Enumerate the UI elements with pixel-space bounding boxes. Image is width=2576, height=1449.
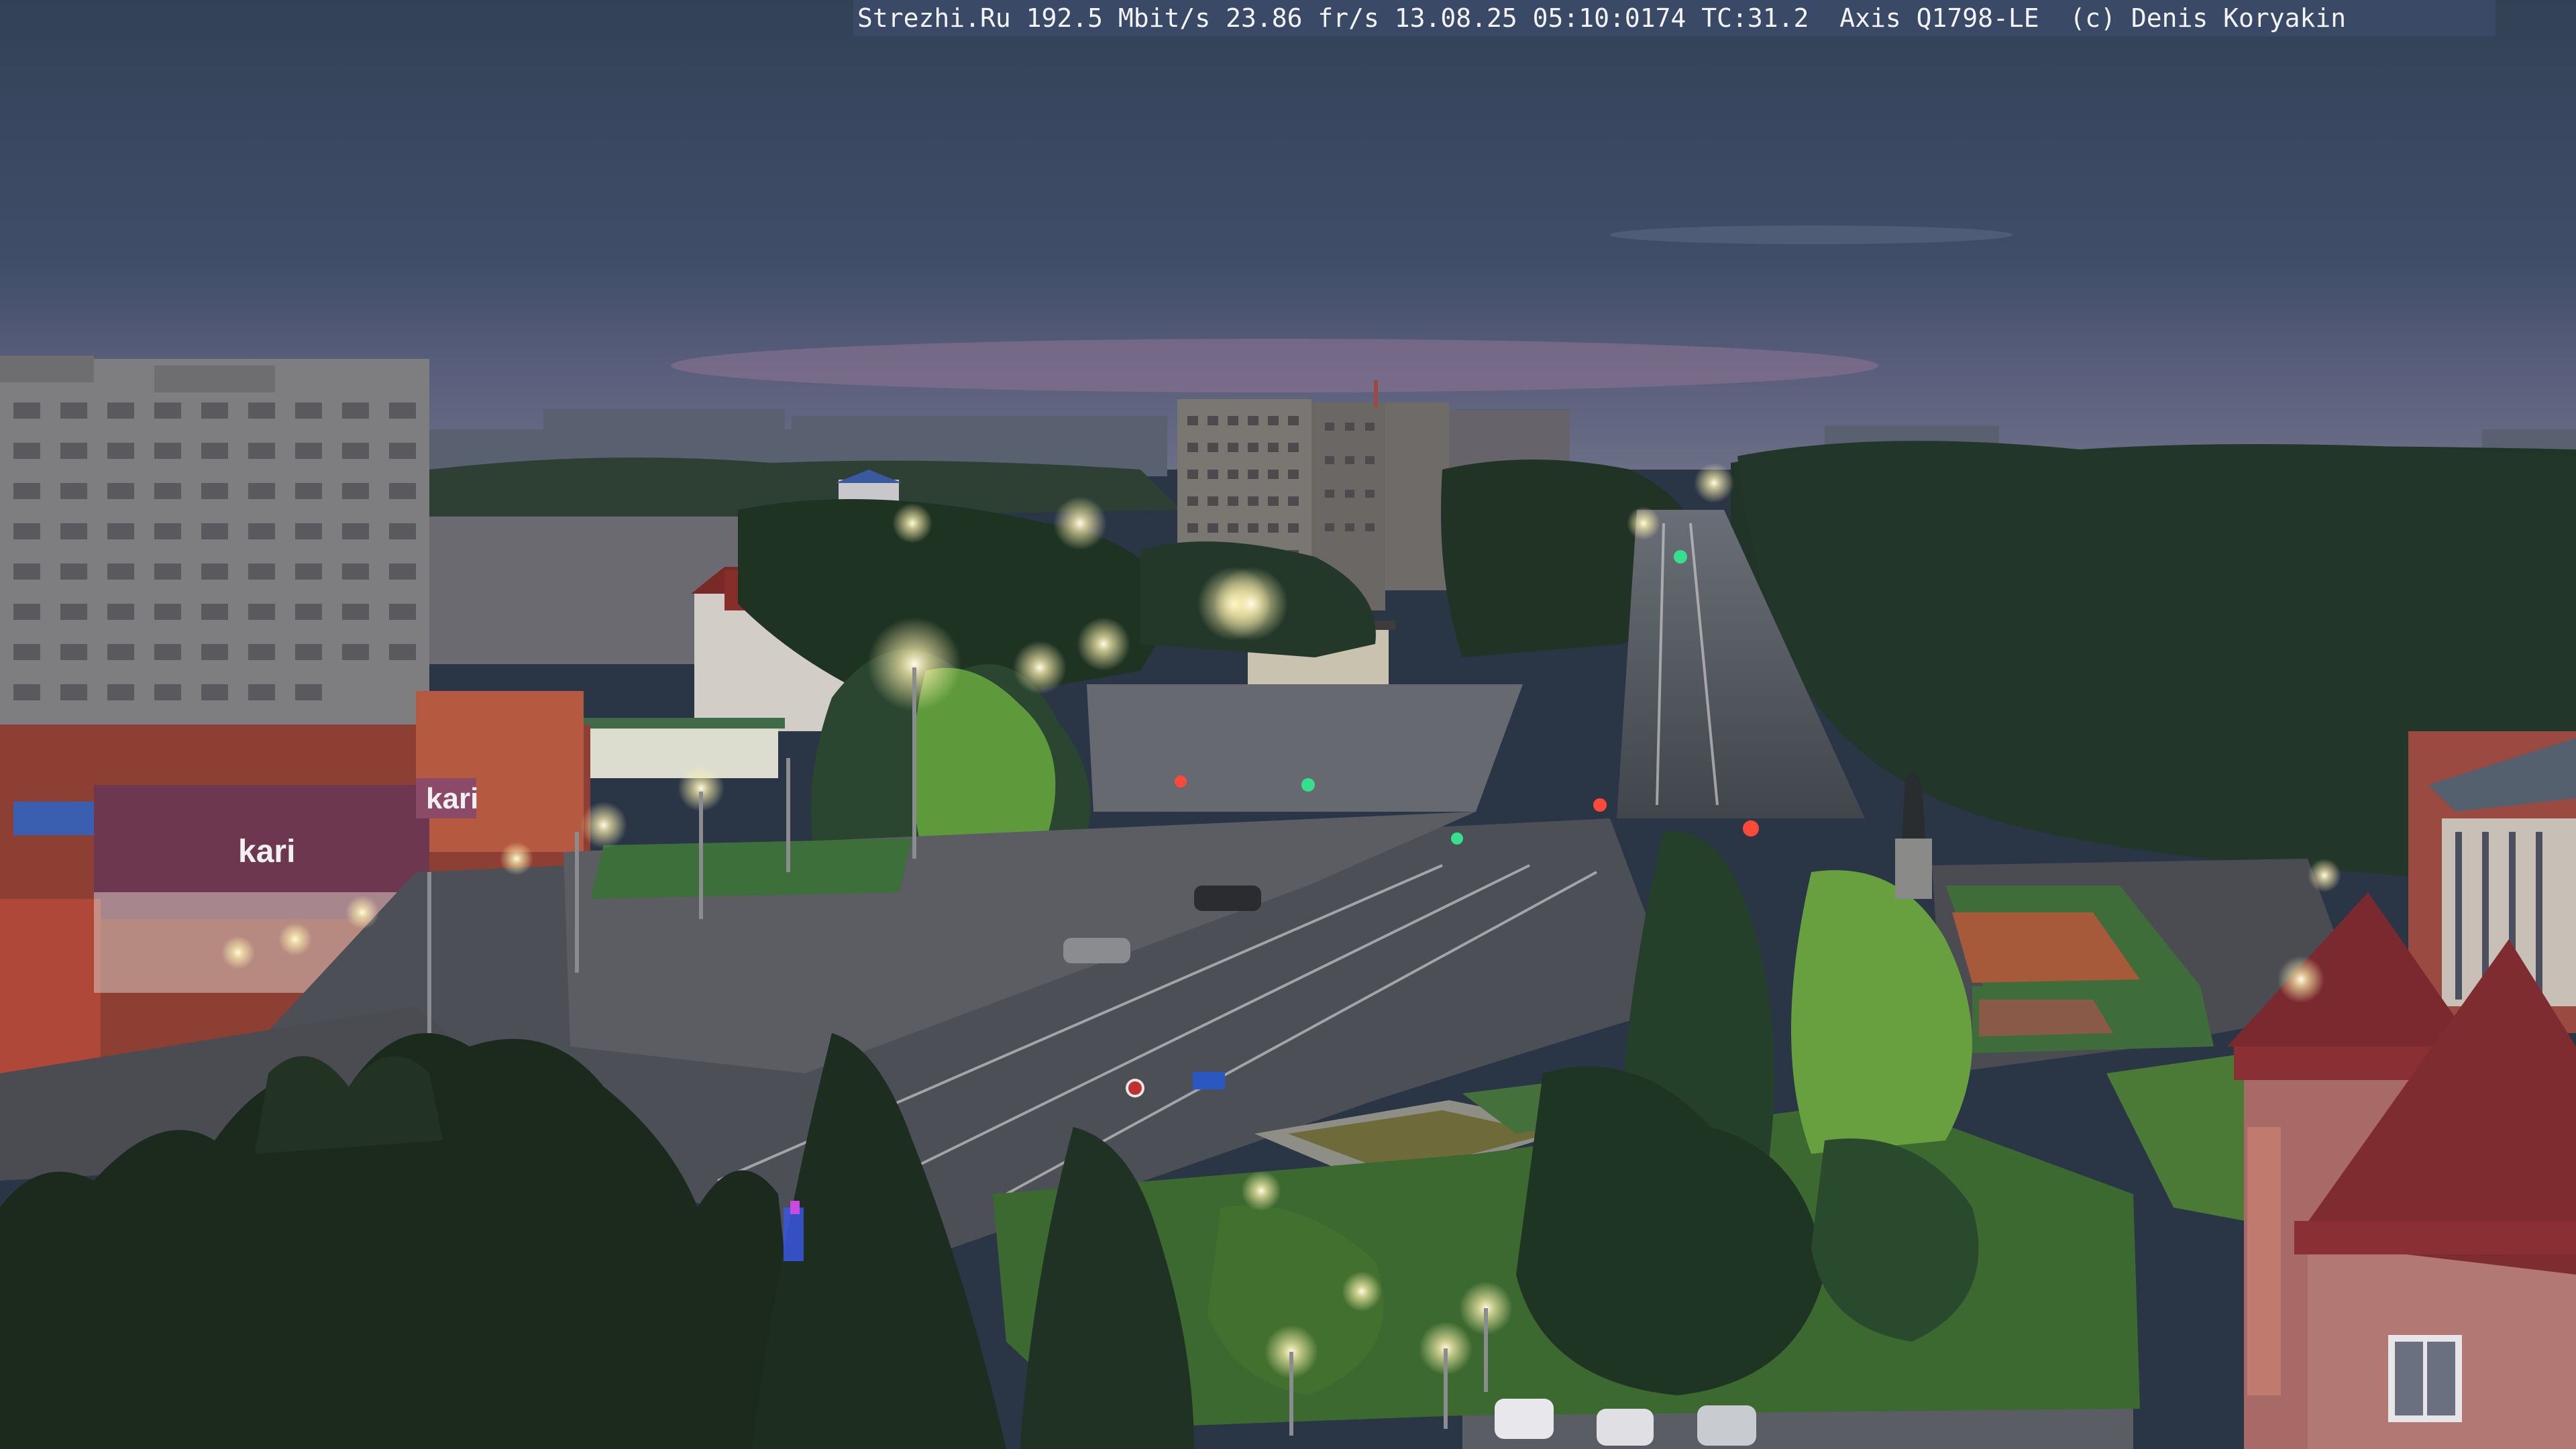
webcam-frame: kari kari — [0, 0, 2576, 1449]
store-sign-left: kari — [238, 834, 295, 869]
left-apartment-block — [0, 356, 429, 741]
store-sign-right: kari — [426, 782, 478, 815]
light-decoration — [784, 1201, 804, 1261]
camera-overlay-text: Strezhi.Ru 192.5 Mbit/s 23.86 fr/s 13.08… — [853, 0, 2496, 36]
sunrise-glow — [671, 339, 1878, 392]
